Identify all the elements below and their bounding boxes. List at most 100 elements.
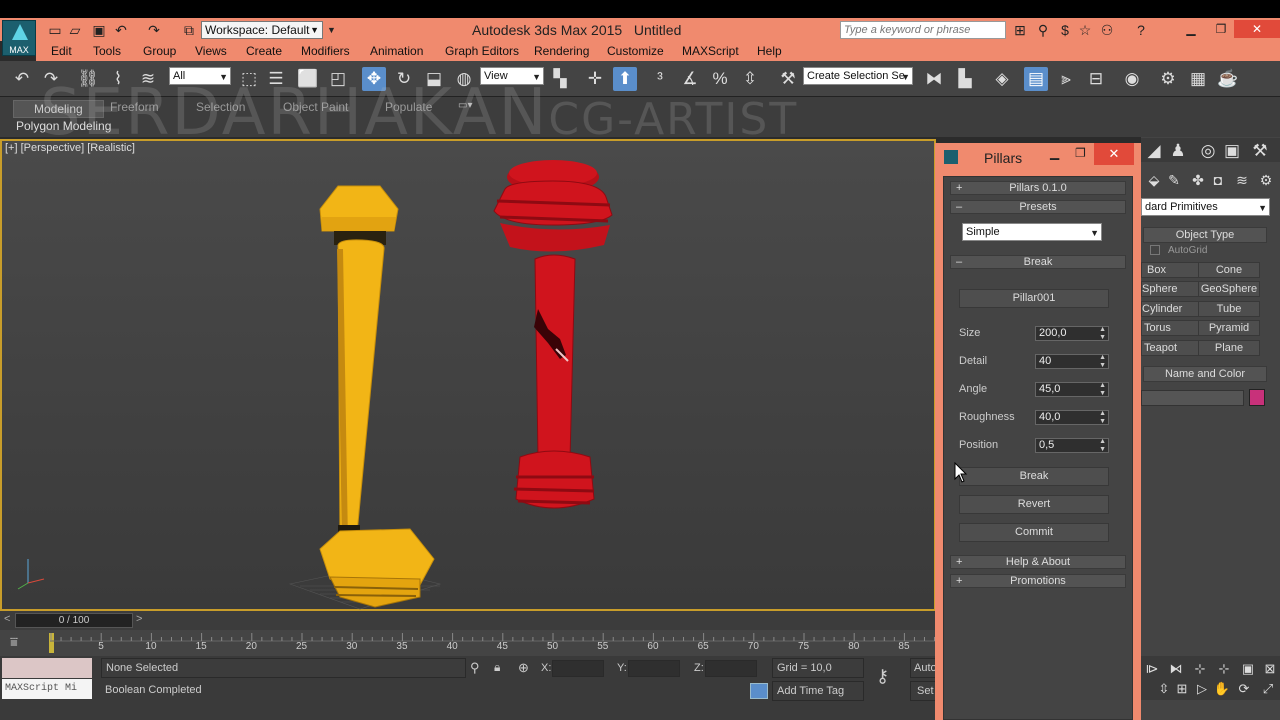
break-rollout[interactable]: – Break — [950, 255, 1126, 269]
yellow-pillar[interactable] — [319, 185, 435, 608]
orbit-subobject-icon[interactable]: ⟳ — [1232, 677, 1256, 701]
workspace-dropdown[interactable]: Workspace: Default ▼ — [201, 21, 323, 39]
pyramid-button[interactable]: Pyramid — [1198, 320, 1260, 336]
material-editor-icon[interactable]: ◉ — [1120, 67, 1144, 91]
toggle-ribbon-icon[interactable]: ▤ — [1024, 67, 1048, 91]
sphere-button[interactable]: Sphere — [1141, 281, 1203, 297]
menu-group[interactable]: Group — [143, 44, 176, 58]
teapot-button[interactable]: Teapot — [1141, 340, 1203, 356]
menu-create[interactable]: Create — [246, 44, 282, 58]
previous-frame-icon[interactable]: < — [4, 613, 10, 625]
undo-icon[interactable]: ↶ — [112, 21, 130, 39]
selection-lock-icon[interactable]: 🔒︎ — [494, 660, 500, 675]
menu-rendering[interactable]: Rendering — [534, 44, 589, 58]
plane-button[interactable]: Plane — [1198, 340, 1260, 356]
version-rollout[interactable]: + Pillars 0.1.0 — [950, 181, 1126, 195]
menu-animation[interactable]: Animation — [370, 44, 423, 58]
promotions-rollout[interactable]: + Promotions — [950, 574, 1126, 588]
auto-key-button[interactable]: Auto — [910, 658, 937, 678]
hierarchy-panel-icon[interactable]: ♟ — [1166, 139, 1190, 163]
space-warps-icon[interactable]: ≋ — [1230, 168, 1254, 192]
menu-customize[interactable]: Customize — [607, 44, 664, 58]
primitive-category-dropdown[interactable]: dard Primitives ▼ — [1141, 198, 1270, 216]
menu-modifiers[interactable]: Modifiers — [301, 44, 350, 58]
menu-maxscript[interactable]: MAXScript — [682, 44, 739, 58]
rendered-frame-window-icon[interactable]: ▦ — [1186, 67, 1210, 91]
spinner-arrows-icon[interactable]: ▲ ▼ — [1099, 326, 1106, 342]
time-tag-icon[interactable] — [750, 683, 768, 699]
user-icon[interactable]: ⚇ — [1098, 21, 1116, 39]
render-setup-icon[interactable]: ⚙ — [1156, 67, 1180, 91]
pan-icon[interactable]: ✋ — [1210, 677, 1234, 701]
lights-icon[interactable]: ✎ — [1162, 168, 1186, 192]
detail-spinner[interactable]: 40 ▲ ▼ — [1035, 354, 1109, 369]
render-production-icon[interactable]: ☕ — [1216, 67, 1240, 91]
dialog-close-icon[interactable]: ✕ — [1094, 143, 1134, 165]
minimize-icon[interactable]: ▁ — [1178, 20, 1204, 38]
undo-icon[interactable]: ↶ — [10, 67, 34, 91]
systems-icon[interactable]: ⚙ — [1254, 168, 1278, 192]
app-logo[interactable]: MAX — [2, 20, 36, 56]
absolute-mode-icon[interactable]: ⊕ — [518, 660, 529, 676]
spinner-arrows-icon[interactable]: ▲ ▼ — [1099, 382, 1106, 398]
open-file-icon[interactable]: ▱ — [66, 21, 84, 39]
dialog-maximize-icon[interactable]: ❐ — [1075, 146, 1086, 160]
motion-panel-icon[interactable]: ◎ — [1196, 139, 1220, 163]
align-icon[interactable]: ▙ — [953, 67, 977, 91]
spinner-arrows-icon[interactable]: ▲ ▼ — [1099, 410, 1106, 426]
z-coord-field[interactable] — [705, 660, 757, 677]
object-color-swatch[interactable] — [1249, 389, 1265, 406]
subscription-icon[interactable]: $ — [1056, 21, 1074, 39]
cone-button[interactable]: Cone — [1198, 262, 1260, 278]
geosphere-button[interactable]: GeoSphere — [1198, 281, 1260, 297]
modify-panel-icon[interactable]: ◢ — [1142, 139, 1166, 163]
helpers-icon[interactable]: ◘ — [1206, 168, 1230, 192]
dialog-minimize-icon[interactable]: ▁ — [1050, 146, 1059, 160]
layer-manager-icon[interactable]: ◈ — [990, 67, 1014, 91]
save-icon[interactable]: ▣ — [90, 21, 108, 39]
size-spinner[interactable]: 200,0 ▲ ▼ — [1035, 326, 1109, 341]
revert-button[interactable]: Revert — [959, 495, 1109, 514]
help-icon[interactable]: ? — [1132, 21, 1150, 39]
maximize-icon[interactable]: ❐ — [1208, 20, 1234, 38]
set-key-icon[interactable]: ⚷ — [876, 666, 889, 687]
menu-graph-editors[interactable]: Graph Editors — [445, 44, 519, 58]
isolate-selection-icon[interactable]: ⚲ — [470, 660, 480, 676]
object-type-rollout[interactable]: Object Type — [1143, 227, 1267, 243]
time-slider[interactable]: 0 / 100 — [15, 613, 133, 628]
help-about-rollout[interactable]: + Help & About — [950, 555, 1126, 569]
preset-dropdown[interactable]: Simple ▼ — [962, 223, 1102, 241]
maxscript-mini-listener[interactable]: MAXScript Mi — [2, 679, 92, 699]
menu-tools[interactable]: Tools — [93, 44, 121, 58]
set-key-button[interactable]: Set — [910, 681, 936, 701]
menu-help[interactable]: Help — [757, 44, 782, 58]
spinner-arrows-icon[interactable]: ▲ ▼ — [1099, 438, 1106, 454]
project-folder-icon[interactable]: ⧉ — [180, 21, 198, 39]
search-input[interactable]: Type a keyword or phrase — [840, 21, 1006, 39]
key-icon[interactable]: ⚲ — [1034, 21, 1052, 39]
pick-pillar-button[interactable]: Pillar001 — [959, 289, 1109, 308]
next-frame-icon[interactable]: > — [136, 613, 142, 625]
box-button[interactable]: Box — [1141, 262, 1203, 278]
new-file-icon[interactable]: ▭ — [46, 21, 64, 39]
cylinder-button[interactable]: Cylinder — [1141, 301, 1203, 317]
roughness-spinner[interactable]: 40,0 ▲ ▼ — [1035, 410, 1109, 425]
schematic-view-icon[interactable]: ⊟ — [1084, 67, 1108, 91]
y-coord-field[interactable] — [628, 660, 680, 677]
spinner-arrows-icon[interactable]: ▲ ▼ — [1099, 354, 1106, 370]
break-button[interactable]: Break — [959, 467, 1109, 486]
menu-views[interactable]: Views — [195, 44, 227, 58]
star-icon[interactable]: ☆ — [1076, 21, 1094, 39]
autogrid-checkbox[interactable] — [1150, 245, 1160, 255]
customize-quick-access-icon[interactable]: ▼ — [327, 21, 337, 39]
utilities-panel-icon[interactable]: ⚒ — [1248, 139, 1272, 163]
binoculars-icon[interactable]: ⊞ — [1011, 21, 1029, 39]
maxscript-listener-output[interactable] — [2, 658, 92, 678]
angle-spinner[interactable]: 45,0 ▲ ▼ — [1035, 382, 1109, 397]
tube-button[interactable]: Tube — [1198, 301, 1260, 317]
mirror-icon[interactable]: ⧓ — [922, 67, 946, 91]
display-panel-icon[interactable]: ▣ — [1220, 139, 1244, 163]
redo-icon[interactable]: ↷ — [145, 21, 163, 39]
position-spinner[interactable]: 0,5 ▲ ▼ — [1035, 438, 1109, 453]
torus-button[interactable]: Torus — [1141, 320, 1203, 336]
